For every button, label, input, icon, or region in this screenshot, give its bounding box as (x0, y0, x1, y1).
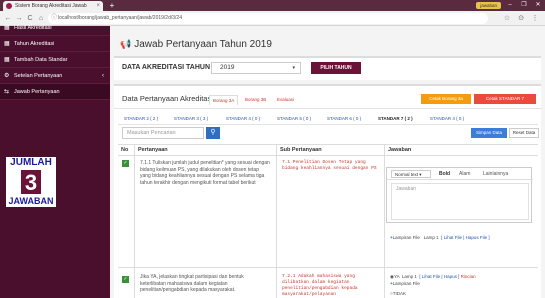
year-label: DATA AKREDITASI TAHUN (122, 64, 211, 71)
print-borang-button[interactable]: Cetak Borang 3a (421, 94, 471, 104)
sidebar-item-label: Setelan Pertanyaan (14, 73, 63, 79)
tab-borang-3b[interactable]: Borang 3B (242, 95, 269, 105)
editor-toolbar: Normal text ▾ Bold Alam Lainlainnya (387, 168, 533, 180)
tab-standar-2[interactable]: STANDAR 2 ( 2 ) (124, 116, 158, 121)
table-icon: ▦ (4, 25, 10, 31)
maximize-button[interactable]: ❐ (517, 0, 531, 11)
search-input[interactable]: Masukan Pencarian (122, 127, 204, 139)
close-window-button[interactable]: ✕ (531, 0, 545, 11)
sidebar-item-tambah-data-standar[interactable]: ▦ Tambah Data Standar (0, 52, 110, 68)
tab-standar-6[interactable]: STANDAR 6 ( 0 ) (327, 116, 361, 121)
gear-icon: ⚙ (4, 73, 10, 79)
ya-extra[interactable]: Rincian (461, 274, 476, 279)
browser-tab-bar: Sistem Borang Akreditasi Jawab × + jawab… (0, 0, 545, 11)
main-content: 📢 Jawab Pertanyaan Tahun 2019 DATA AKREDI… (110, 26, 545, 298)
align-button[interactable]: Alam (459, 170, 470, 178)
browser-tab[interactable]: Sistem Borang Akreditasi Jawab × (3, 1, 103, 11)
tab-close-icon[interactable]: × (96, 1, 100, 11)
col-jawaban: Jawaban (388, 147, 412, 153)
profile-badge[interactable]: jawaban (476, 2, 501, 9)
exchange-icon: ⇆ (4, 89, 10, 95)
sidebar-item-setelan-pertanyaan[interactable]: ⚙ Setelan Pertanyaan ‹ (0, 68, 110, 84)
attachment-row: +Lampiran File (390, 281, 420, 287)
browser-toolbar-icons: ☆ ⊙ ⋮ (502, 13, 540, 24)
sidebar-item-label: Hasil Akreditasi (14, 25, 52, 31)
chevron-left-icon: ‹ (102, 73, 104, 79)
year-select[interactable]: 2019 ▾ (211, 62, 301, 74)
search-icon: ⚲ (210, 129, 216, 136)
url-input[interactable]: ⓘ localhost/borang/jawab_pertanyaan/jawa… (48, 13, 488, 24)
ya-links[interactable]: [ Lihat File | Hapus ] (419, 274, 459, 279)
col-sub-pertanyaan: Sub Pertanyaan (280, 147, 322, 153)
overlay-count: 3 (20, 169, 42, 195)
save-button[interactable]: Simpan Data (471, 128, 507, 138)
attach-links[interactable]: [ Lihat File | Hapus File ] (441, 235, 489, 240)
reset-button[interactable]: Reset Data (509, 128, 539, 138)
bold-button[interactable]: Bold (439, 170, 450, 178)
tab-borang-3a[interactable]: Borang 3A (209, 95, 239, 105)
year-select-value: 2019 (220, 64, 235, 71)
attach-label[interactable]: Lampiran File (393, 235, 420, 240)
minimize-button[interactable]: – (503, 0, 517, 11)
tab-standar-7[interactable]: STANDAR 7 ( 2 ) (378, 116, 413, 121)
col-pertanyaan: Pertanyaan (138, 147, 168, 153)
divider (114, 108, 541, 109)
more-button[interactable]: Lainlainnya (483, 170, 508, 178)
question-text: 7.1.1 Tuliskan jumlah judul penelitian* … (140, 160, 270, 186)
megaphone-icon: 📢 (120, 39, 132, 49)
print-standard-button[interactable]: Cetak STANDAR 7 (474, 94, 536, 104)
year-selector-panel: DATA AKREDITASI TAHUN 2019 ▾ PILIH TAHUN (114, 56, 541, 80)
overlay-line2: JAWABAN (8, 196, 54, 206)
search-button[interactable]: ⚲ (206, 127, 220, 139)
check-icon: ✓ (122, 276, 129, 283)
sidebar-item-tahun-akreditasi[interactable]: ▦ Tahun Akreditasi (0, 36, 110, 52)
menu-dots-icon[interactable]: ⋮ (530, 13, 540, 24)
question-text: Jika YA, jelaskan tingkat partisipasi da… (140, 274, 244, 293)
new-tab-button[interactable]: + (107, 1, 117, 10)
ya-file-name: Lamp 1 (401, 274, 417, 279)
option-tidak-label[interactable]: TIDAK (393, 291, 406, 296)
attachment-row: +Lampiran File Lamp 1 [ Lihat File | Hap… (390, 235, 490, 241)
tab-standar-3[interactable]: STANDAR 3 ( 3 ) (174, 116, 208, 121)
extension-icon[interactable]: ⊙ (516, 13, 526, 24)
jumlah-jawaban-overlay: JUMLAH 3 JAWABAN (6, 157, 56, 207)
tab-standar-5[interactable]: STANDAR 5 ( 0 ) (277, 116, 311, 121)
font-style-select[interactable]: Normal text ▾ (391, 170, 431, 178)
sub-question-text: 7.2.1 Adakah mahasiswa yang dilibatkan d… (282, 274, 358, 297)
answer-editor[interactable]: Normal text ▾ Bold Alam Lainlainnya Jawa… (386, 167, 533, 223)
bookmark-star-icon[interactable]: ☆ (502, 13, 512, 24)
sidebar-item-label: Tambah Data Standar (14, 57, 68, 63)
table-icon: ▦ (4, 57, 10, 63)
attach-label[interactable]: Lampiran File (393, 281, 420, 286)
browser-tab-title: Sistem Borang Akreditasi Jawab (15, 3, 87, 9)
sidebar-item-label: Tahun Akreditasi (14, 41, 55, 47)
page-title: 📢 Jawab Pertanyaan Tahun 2019 (120, 39, 272, 50)
sidebar-item-jawab-pertanyaan[interactable]: ⇆ Jawab Pertanyaan (0, 84, 110, 100)
sidebar-item-label: Jawab Pertanyaan (14, 89, 60, 95)
chevron-down-icon: ▾ (292, 65, 295, 71)
table-header: No Pertanyaan Sub Pertanyaan Jawaban (118, 144, 538, 156)
overlay-line1: JUMLAH (10, 157, 52, 168)
sidebar-item-hasil-akreditasi[interactable]: ▦ Hasil Akreditasi (0, 20, 110, 36)
section-title: Data Pertanyaan Akreditasi (122, 94, 213, 103)
col-no: No (121, 147, 129, 153)
divider (118, 124, 538, 125)
tab-evaluasi[interactable]: Evaluasi (274, 95, 297, 105)
pilih-tahun-button[interactable]: PILIH TAHUN (311, 62, 361, 74)
table-icon: ▦ (4, 41, 10, 47)
check-icon: ✓ (122, 160, 129, 167)
option-ya-row: ◉YA Lamp 1 [ Lihat File | Hapus ] Rincia… (390, 274, 476, 280)
option-ya-label[interactable]: YA (394, 274, 399, 279)
attach-file-name: Lamp 1 (423, 235, 439, 240)
page-title-text: Jawab Pertanyaan Tahun 2019 (134, 39, 272, 50)
tab-standar-4b[interactable]: STANDAR 4 ( 0 ) (430, 116, 464, 121)
sub-question-text: 7.1 Penelitian Dosen Tetap yang bidang k… (282, 160, 377, 171)
questions-panel: Data Pertanyaan Akreditasi Borang 3A Bor… (114, 84, 541, 298)
table-row: ✓ Jika YA, jelaskan tingkat partisipasi … (118, 268, 538, 298)
answer-textarea[interactable]: Jawaban (391, 183, 529, 220)
favicon-icon (6, 3, 12, 9)
option-tidak-row: ○TIDAK (390, 291, 406, 297)
tab-standar-4[interactable]: STANDAR 4 ( 0 ) (226, 116, 260, 121)
window-controls: – ❐ ✕ (503, 0, 545, 11)
